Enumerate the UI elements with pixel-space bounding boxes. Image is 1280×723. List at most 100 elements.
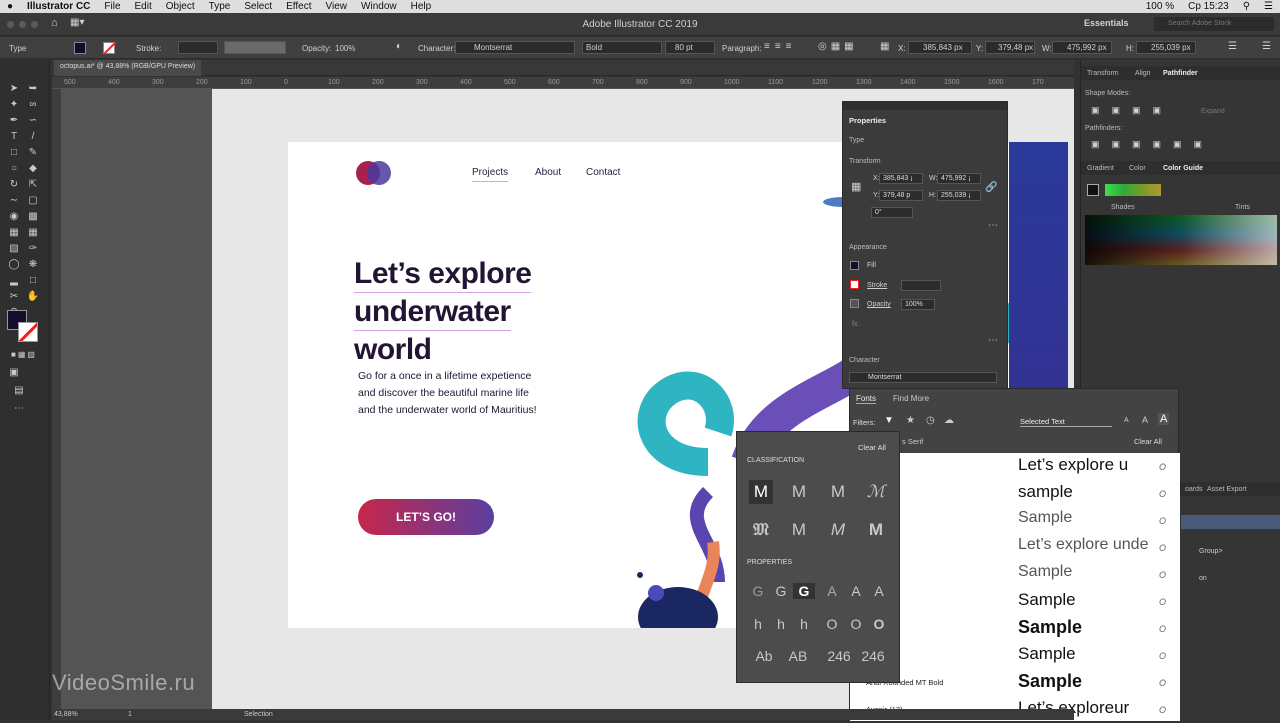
harmony-colors[interactable] xyxy=(1105,184,1161,196)
gradient-tool-icon[interactable]: ▧ xyxy=(7,242,21,256)
pen-tool-icon[interactable]: ✒ xyxy=(7,114,21,128)
script-filter-button[interactable]: ℳ xyxy=(864,480,888,504)
constrain-proportions-icon[interactable]: 🔗 xyxy=(985,182,997,193)
stroke-profile-field[interactable] xyxy=(224,41,286,54)
properties-drag-bar[interactable] xyxy=(843,102,1007,110)
recolor-icon[interactable]: ◐ xyxy=(396,41,402,52)
weight-regular-button[interactable]: G xyxy=(770,583,792,599)
stroke-label[interactable]: Stroke xyxy=(867,282,887,289)
tab-transform[interactable]: Transform xyxy=(1087,70,1119,77)
apple-menu-icon[interactable]: ● xyxy=(0,1,20,12)
rotate-field[interactable]: 0° xyxy=(871,207,913,218)
more-tools-icon[interactable]: ⋯ xyxy=(12,402,26,416)
weight-bold-button[interactable]: G xyxy=(793,583,815,599)
nav-about[interactable]: About xyxy=(535,167,561,178)
vertical-ruler[interactable] xyxy=(52,89,62,709)
menu-file[interactable]: File xyxy=(97,1,127,12)
eyedropper-tool-icon[interactable]: ✑ xyxy=(26,242,40,256)
transform-buttons-icon[interactable]: ◎▦▦ xyxy=(818,41,858,52)
fill-label[interactable]: Fill xyxy=(867,262,876,269)
more-appearance-icon[interactable]: ⋯ xyxy=(988,335,998,346)
draw-mode-icon[interactable]: ▣ xyxy=(7,366,21,380)
nav-contact[interactable]: Contact xyxy=(586,167,620,178)
tab-asset-export[interactable]: Asset Export xyxy=(1207,486,1247,493)
font-family-field[interactable]: Montserrat xyxy=(455,41,575,54)
weight-thin-button[interactable]: G xyxy=(747,583,769,599)
screen-mode-icon[interactable]: ▤ xyxy=(12,384,26,398)
artboard-number[interactable]: 1 xyxy=(128,711,132,718)
panel-menu-icon[interactable]: ☰ xyxy=(1262,41,1271,52)
preview-text-dropdown[interactable]: Selected Text xyxy=(1020,417,1112,427)
width-narrow-button[interactable]: A xyxy=(821,583,843,599)
menu-select[interactable]: Select xyxy=(237,1,279,12)
tab-color-guide[interactable]: Color Guide xyxy=(1163,165,1203,172)
shape-builder-tool-icon[interactable]: ◉ xyxy=(7,210,21,224)
contrast-low-button[interactable]: O xyxy=(821,616,843,632)
tab-pathfinder[interactable]: Pathfinder xyxy=(1163,70,1198,77)
clear-all-filters[interactable]: Clear All xyxy=(1134,437,1162,446)
workspace-switcher[interactable]: Essentials xyxy=(1084,18,1129,28)
mesh-tool-icon[interactable]: ▦ xyxy=(26,226,40,240)
list-icon[interactable]: ☰ xyxy=(1257,1,1280,12)
menu-effect[interactable]: Effect xyxy=(279,1,318,12)
status-mode[interactable]: Selection xyxy=(244,711,273,718)
lining-numerals-button[interactable]: 246 xyxy=(825,648,853,664)
large-sample-icon[interactable]: A xyxy=(1158,413,1170,425)
fill-swatch-small[interactable] xyxy=(850,261,859,270)
perspective-grid-tool-icon[interactable]: ▦ xyxy=(7,226,21,240)
x-field[interactable]: 385,843 px xyxy=(908,41,972,54)
prop-x-field[interactable]: 385,843 ¡ xyxy=(879,173,923,184)
zoom-level[interactable]: 43,88% xyxy=(54,711,78,718)
reference-point-icon[interactable]: ▦ xyxy=(880,41,889,52)
lasso-tool-icon[interactable]: ∞ xyxy=(26,98,40,112)
tab-gradient[interactable]: Gradient xyxy=(1087,165,1114,172)
tab-artboards[interactable]: oards xyxy=(1185,486,1203,493)
activated-icon[interactable]: ☁ xyxy=(944,415,954,426)
more-options-icon[interactable]: ⋯ xyxy=(988,220,998,231)
stroke-color-box[interactable] xyxy=(18,322,38,342)
horizontal-ruler[interactable]: 500 400 300 200 100 0 100 200 300 400 500 600 700 800… xyxy=(52,77,1074,89)
width-tool-icon[interactable]: ∼ xyxy=(7,194,21,208)
reference-point-icon[interactable]: ▦ xyxy=(851,180,861,193)
prop-w-field[interactable]: 475,992 ¡ xyxy=(937,173,981,184)
contrast-high-button[interactable]: O xyxy=(868,616,890,632)
shaper-tool-icon[interactable]: ○ xyxy=(7,162,21,176)
type-tool-icon[interactable]: T xyxy=(7,130,21,144)
fill-swatch[interactable] xyxy=(74,42,86,54)
medium-sample-icon[interactable]: A xyxy=(1142,415,1148,425)
handwritten-filter-button[interactable]: M xyxy=(826,518,850,542)
filter-classification-icon[interactable]: ▼ xyxy=(884,415,894,426)
paragraph-label[interactable]: Paragraph: xyxy=(722,44,762,53)
tab-align[interactable]: Align xyxy=(1135,70,1151,77)
app-menu[interactable]: Illustrator CC xyxy=(20,1,97,12)
tab-fonts[interactable]: Fonts xyxy=(856,394,877,404)
stock-search-input[interactable]: Search Adobe Stock xyxy=(1154,17,1274,31)
width-normal-button[interactable]: A xyxy=(845,583,867,599)
scale-tool-icon[interactable]: ⇱ xyxy=(26,178,40,192)
xheight-mid-button[interactable]: h xyxy=(770,616,792,632)
align-buttons-icon[interactable]: ≡≡≡ xyxy=(764,41,797,52)
align-options-icon[interactable]: ☰ xyxy=(1228,41,1237,52)
free-transform-tool-icon[interactable]: ▢ xyxy=(26,194,40,208)
shape-mode-buttons-icon[interactable]: ▣▣▣▣ xyxy=(1091,105,1173,116)
fx-label[interactable]: fx. xyxy=(852,321,859,328)
monospace-filter-button[interactable]: M xyxy=(787,518,811,542)
symbol-sprayer-tool-icon[interactable]: ❋ xyxy=(26,258,40,272)
serif-filter-button[interactable]: M xyxy=(749,480,773,504)
direct-selection-tool-icon[interactable]: ➥ xyxy=(26,82,40,96)
line-tool-icon[interactable]: / xyxy=(26,130,40,144)
caps-case-button[interactable]: AB xyxy=(785,648,811,664)
decorative-filter-button[interactable]: M xyxy=(864,518,888,542)
base-color-swatch[interactable] xyxy=(1087,184,1099,196)
layer-group[interactable]: Group> xyxy=(1199,548,1223,555)
selection-tool-icon[interactable]: ➤ xyxy=(7,82,21,96)
xheight-low-button[interactable]: h xyxy=(747,616,769,632)
stroke-weight-field[interactable] xyxy=(178,41,218,54)
menu-view[interactable]: View xyxy=(319,1,355,12)
tab-find-more[interactable]: Find More xyxy=(893,394,929,403)
artboard-tool-icon[interactable]: □ xyxy=(26,274,40,288)
prop-h-field[interactable]: 255,039 ¡ xyxy=(937,190,981,201)
stroke-swatch-small[interactable] xyxy=(850,280,859,289)
layer-row-selected[interactable] xyxy=(1181,515,1280,529)
opacity-field[interactable]: 100% xyxy=(901,299,935,310)
